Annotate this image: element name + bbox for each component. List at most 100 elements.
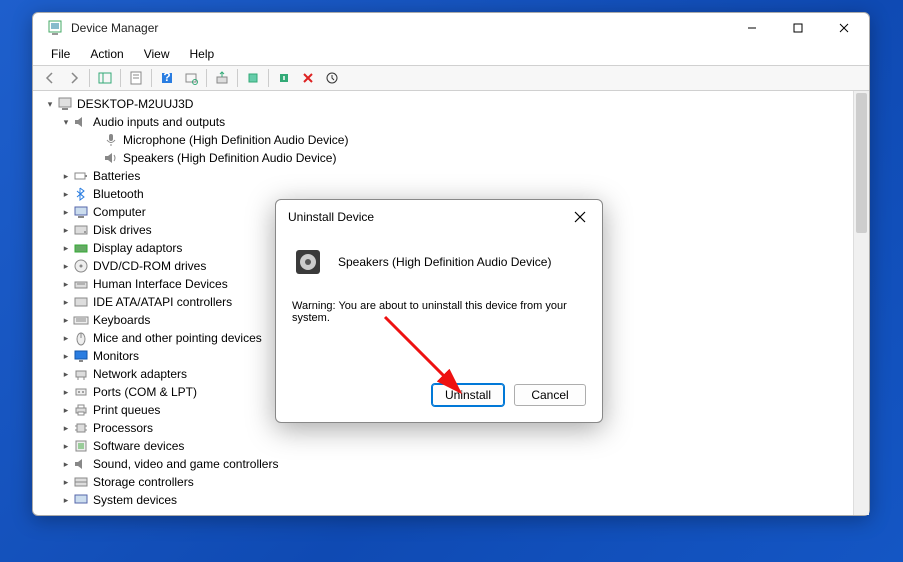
device-name: Speakers (High Definition Audio Device)	[338, 255, 551, 269]
expand-icon[interactable]: ▸	[59, 241, 73, 255]
cancel-button[interactable]: Cancel	[514, 384, 586, 406]
category-label[interactable]: Storage controllers	[93, 473, 194, 491]
expand-icon[interactable]: ▸	[59, 493, 73, 507]
expand-icon[interactable]: ▸	[59, 331, 73, 345]
titlebar[interactable]: Device Manager	[33, 13, 869, 43]
category-label[interactable]: Disk drives	[93, 221, 152, 239]
ports-icon	[73, 384, 89, 400]
expand-icon[interactable]: ▸	[59, 367, 73, 381]
scrollbar-thumb[interactable]	[856, 93, 867, 233]
dialog-title: Uninstall Device	[288, 210, 374, 224]
menu-action[interactable]: Action	[80, 45, 133, 63]
category-label[interactable]: Ports (COM & LPT)	[93, 383, 197, 401]
microphone-icon	[103, 132, 119, 148]
expand-icon[interactable]: ▸	[59, 421, 73, 435]
system-icon	[73, 492, 89, 508]
processor-icon	[73, 420, 89, 436]
audio-icon	[73, 114, 89, 130]
category-label[interactable]: Bluetooth	[93, 185, 144, 203]
printer-icon	[73, 402, 89, 418]
expand-icon[interactable]: ▸	[59, 295, 73, 309]
expand-icon[interactable]: ▸	[59, 475, 73, 489]
menu-view[interactable]: View	[134, 45, 180, 63]
display-icon	[73, 240, 89, 256]
warning-text: Warning: You are about to uninstall this…	[292, 300, 586, 324]
expand-icon[interactable]: ▸	[59, 259, 73, 273]
category-label[interactable]: Network adapters	[93, 365, 187, 383]
enable-device-button[interactable]	[242, 67, 264, 89]
update-driver-button[interactable]	[211, 67, 233, 89]
tree-root-label: DESKTOP-M2UUJ3D	[77, 95, 193, 113]
expand-icon[interactable]: ▾	[43, 97, 57, 111]
scan-hardware-button[interactable]	[180, 67, 202, 89]
battery-icon	[73, 168, 89, 184]
category-label[interactable]: IDE ATA/ATAPI controllers	[93, 293, 232, 311]
computer-icon	[73, 204, 89, 220]
disk-icon	[73, 222, 89, 238]
category-label[interactable]: Software devices	[93, 437, 184, 455]
minimize-button[interactable]	[729, 13, 775, 43]
svg-text:?: ?	[163, 71, 170, 84]
menu-file[interactable]: File	[41, 45, 80, 63]
network-icon	[73, 366, 89, 382]
category-label[interactable]: DVD/CD-ROM drives	[93, 257, 206, 275]
uninstall-device-button[interactable]	[297, 67, 319, 89]
category-label[interactable]: Print queues	[93, 401, 160, 419]
show-hide-console-button[interactable]	[94, 67, 116, 89]
forward-button[interactable]	[63, 67, 85, 89]
category-label[interactable]: Monitors	[93, 347, 139, 365]
dialog-titlebar[interactable]: Uninstall Device	[276, 200, 602, 234]
back-button[interactable]	[39, 67, 61, 89]
expand-icon[interactable]: ▸	[59, 349, 73, 363]
bluetooth-icon	[73, 186, 89, 202]
menubar: File Action View Help	[33, 43, 869, 65]
dvd-icon	[73, 258, 89, 274]
disable-device-button[interactable]	[273, 67, 295, 89]
expand-icon[interactable]: ▸	[59, 277, 73, 291]
app-icon	[47, 20, 63, 36]
device-label[interactable]: Microphone (High Definition Audio Device…	[123, 131, 348, 149]
expand-icon[interactable]: ▸	[59, 223, 73, 237]
category-label[interactable]: Display adaptors	[93, 239, 182, 257]
dialog-close-button[interactable]	[566, 203, 594, 231]
close-button[interactable]	[821, 13, 867, 43]
computer-icon	[57, 96, 73, 112]
expand-icon[interactable]: ▸	[59, 313, 73, 327]
ide-icon	[73, 294, 89, 310]
category-label[interactable]: Keyboards	[93, 311, 150, 329]
device-label[interactable]: Speakers (High Definition Audio Device)	[123, 149, 336, 167]
category-label[interactable]: Mice and other pointing devices	[93, 329, 262, 347]
help-button[interactable]: ?	[156, 67, 178, 89]
menu-help[interactable]: Help	[180, 45, 225, 63]
expand-icon[interactable]: ▸	[59, 187, 73, 201]
software-icon	[73, 438, 89, 454]
hid-icon	[73, 276, 89, 292]
properties-button[interactable]	[125, 67, 147, 89]
expand-icon[interactable]: ▸	[59, 457, 73, 471]
category-label[interactable]: Computer	[93, 203, 146, 221]
speaker-icon	[103, 150, 119, 166]
expand-icon[interactable]: ▾	[59, 115, 73, 129]
speaker-device-icon	[292, 246, 324, 278]
expand-icon[interactable]: ▸	[59, 205, 73, 219]
category-label: Audio inputs and outputs	[93, 113, 225, 131]
vertical-scrollbar[interactable]	[853, 91, 869, 515]
expand-icon[interactable]: ▸	[59, 439, 73, 453]
maximize-button[interactable]	[775, 13, 821, 43]
expand-icon[interactable]: ▸	[59, 169, 73, 183]
category-label[interactable]: Human Interface Devices	[93, 275, 228, 293]
keyboard-icon	[73, 312, 89, 328]
category-label[interactable]: Processors	[93, 419, 153, 437]
window-title: Device Manager	[71, 21, 158, 35]
uninstall-dialog: Uninstall Device Speakers (High Definiti…	[275, 199, 603, 423]
scan-changes-button[interactable]	[321, 67, 343, 89]
sound-icon	[73, 456, 89, 472]
category-label[interactable]: Batteries	[93, 167, 140, 185]
toolbar: ?	[33, 65, 869, 91]
category-label[interactable]: System devices	[93, 491, 177, 509]
storage-icon	[73, 474, 89, 490]
category-label[interactable]: Sound, video and game controllers	[93, 455, 278, 473]
uninstall-button[interactable]: Uninstall	[432, 384, 504, 406]
expand-icon[interactable]: ▸	[59, 385, 73, 399]
expand-icon[interactable]: ▸	[59, 403, 73, 417]
